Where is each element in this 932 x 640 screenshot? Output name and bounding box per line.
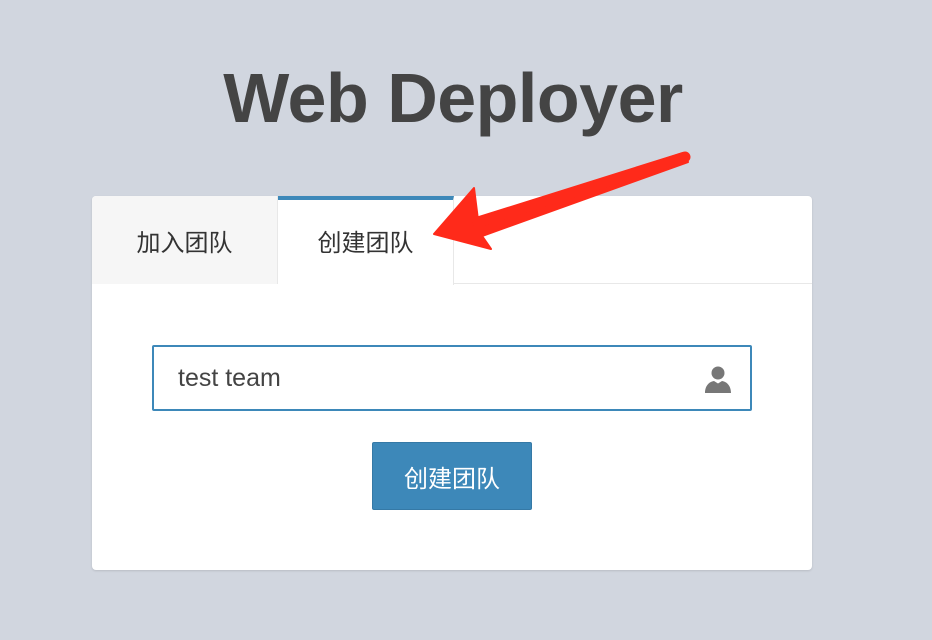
- team-card: 加入团队 创建团队 创建团队: [92, 196, 812, 570]
- tab-create-team[interactable]: 创建团队: [278, 196, 454, 285]
- team-name-field[interactable]: [152, 345, 752, 411]
- create-team-button[interactable]: 创建团队: [372, 442, 532, 510]
- team-name-input[interactable]: [154, 347, 694, 409]
- tab-join-team[interactable]: 加入团队: [92, 196, 278, 284]
- tab-bar: 加入团队 创建团队: [92, 196, 812, 285]
- app-title: Web Deployer: [223, 59, 683, 137]
- user-icon: [705, 366, 731, 393]
